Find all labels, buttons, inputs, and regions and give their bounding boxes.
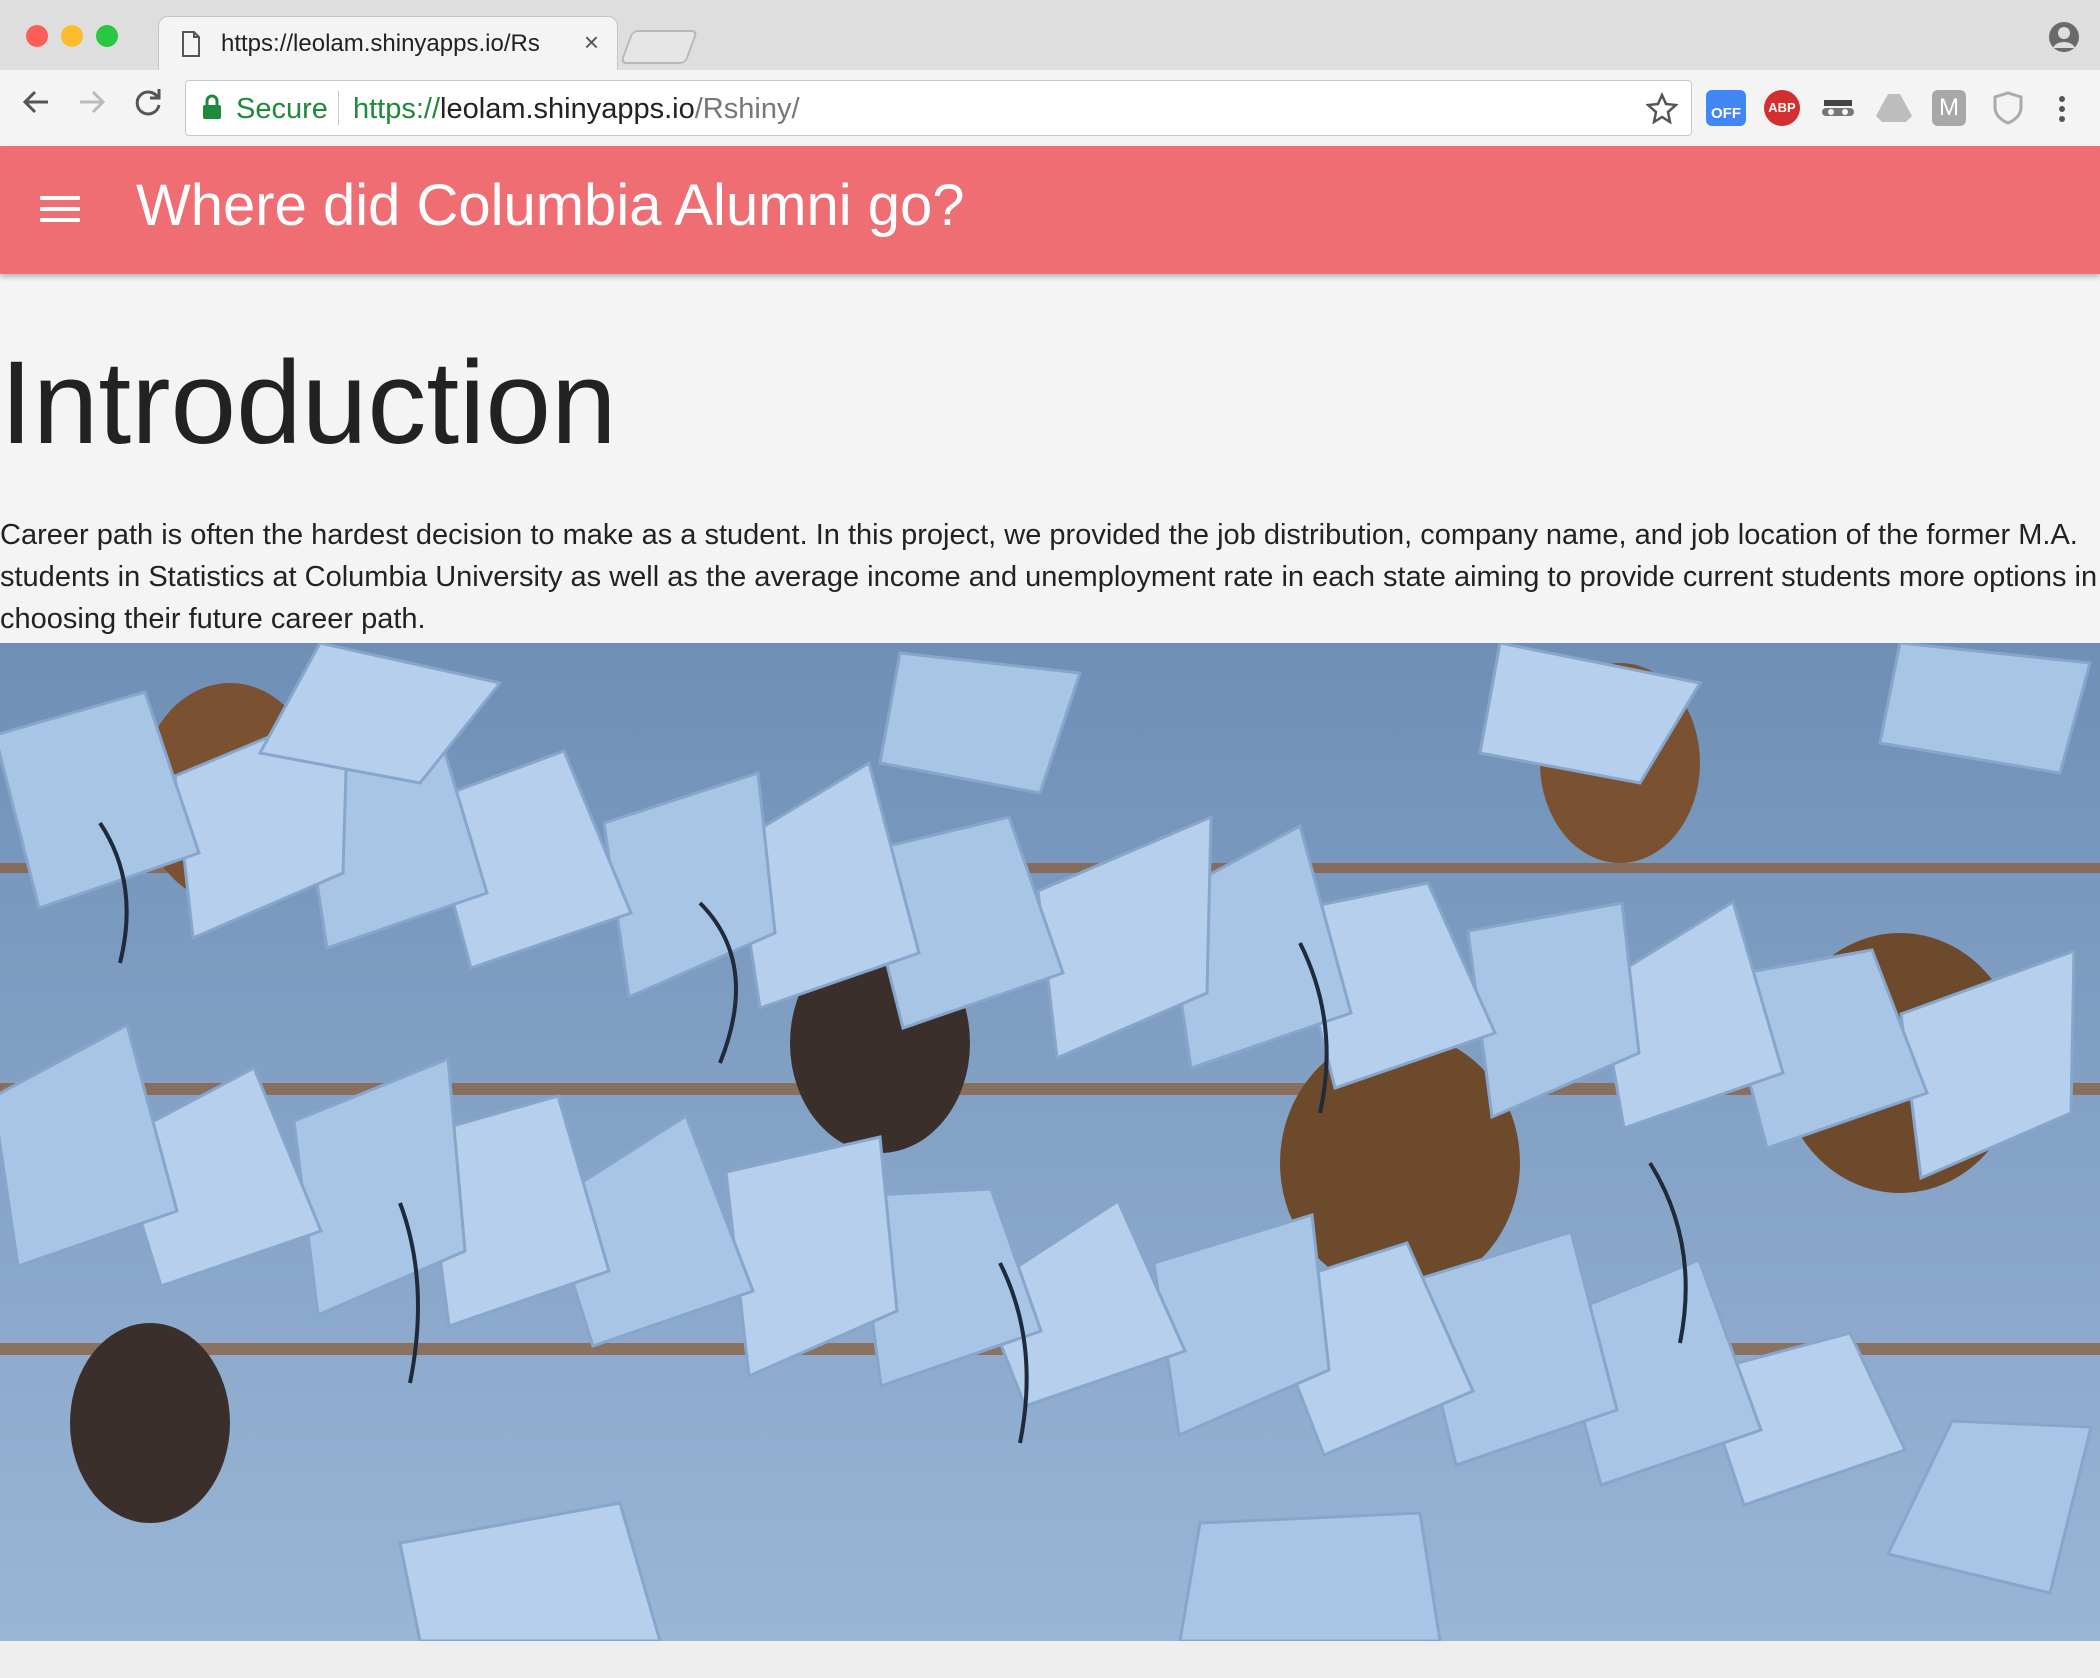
profile-icon[interactable]	[2048, 21, 2080, 53]
drive-icon[interactable]	[1874, 90, 1914, 126]
menu-icon[interactable]	[40, 196, 80, 224]
intro-paragraph: Career path is often the hardest decisio…	[0, 519, 2098, 635]
forward-button[interactable]	[72, 84, 112, 124]
app-title: Where did Columbia Alumni go?	[136, 173, 965, 238]
page-bottom-strip	[0, 1641, 2100, 1678]
url-path: /Rshiny/	[694, 93, 800, 125]
new-tab-button[interactable]	[619, 30, 699, 64]
mask-icon	[1822, 100, 1854, 116]
m-extension-icon[interactable]: M	[1932, 90, 1966, 126]
back-button[interactable]	[16, 84, 56, 124]
shield-icon	[1993, 91, 2023, 125]
browser-tab[interactable]: https://leolam.shinyapps.io/Rshiny/ ×	[158, 16, 618, 72]
close-window-button[interactable]	[26, 25, 48, 47]
drive-triangle-icon	[1876, 94, 1912, 122]
off-extension-icon[interactable]: OFF	[1706, 90, 1746, 126]
tab-close-icon[interactable]: ×	[584, 27, 599, 58]
tab-title: https://leolam.shinyapps.io/Rshiny/	[221, 30, 541, 57]
url-host: leolam.shinyapps.io	[440, 93, 695, 125]
minimize-window-button[interactable]	[61, 25, 83, 47]
browser-tab-strip: https://leolam.shinyapps.io/Rshiny/ ×	[0, 0, 2100, 72]
address-bar[interactable]: Secure https://leolam.shinyapps.io/Rshin…	[185, 80, 1692, 136]
more-vert-icon	[2059, 96, 2065, 122]
chrome-menu-button[interactable]	[2052, 94, 2072, 124]
section-heading: Introduction	[0, 337, 617, 469]
app-navbar: Where did Columbia Alumni go?	[0, 146, 2100, 274]
secure-label: Secure	[236, 93, 328, 125]
reload-button[interactable]	[128, 84, 168, 124]
url-scheme: https://	[353, 93, 441, 125]
incognito-mask-icon[interactable]	[1818, 90, 1858, 126]
browser-toolbar: Secure https://leolam.shinyapps.io/Rshin…	[0, 70, 2100, 147]
graduation-caps-image	[0, 643, 2100, 1641]
bookmark-star-icon[interactable]	[1646, 92, 1678, 124]
back-arrow-icon	[22, 90, 48, 114]
forward-arrow-icon	[80, 90, 106, 114]
url-text: https://leolam.shinyapps.io/Rshiny/	[353, 93, 800, 126]
lock-icon	[203, 94, 221, 119]
zoom-window-button[interactable]	[96, 25, 118, 47]
shield-extension-icon[interactable]	[1988, 90, 2028, 126]
address-separator	[338, 91, 339, 125]
adblock-plus-icon[interactable]: ABP	[1764, 90, 1800, 126]
reload-icon	[135, 89, 161, 116]
page-icon	[182, 31, 200, 57]
